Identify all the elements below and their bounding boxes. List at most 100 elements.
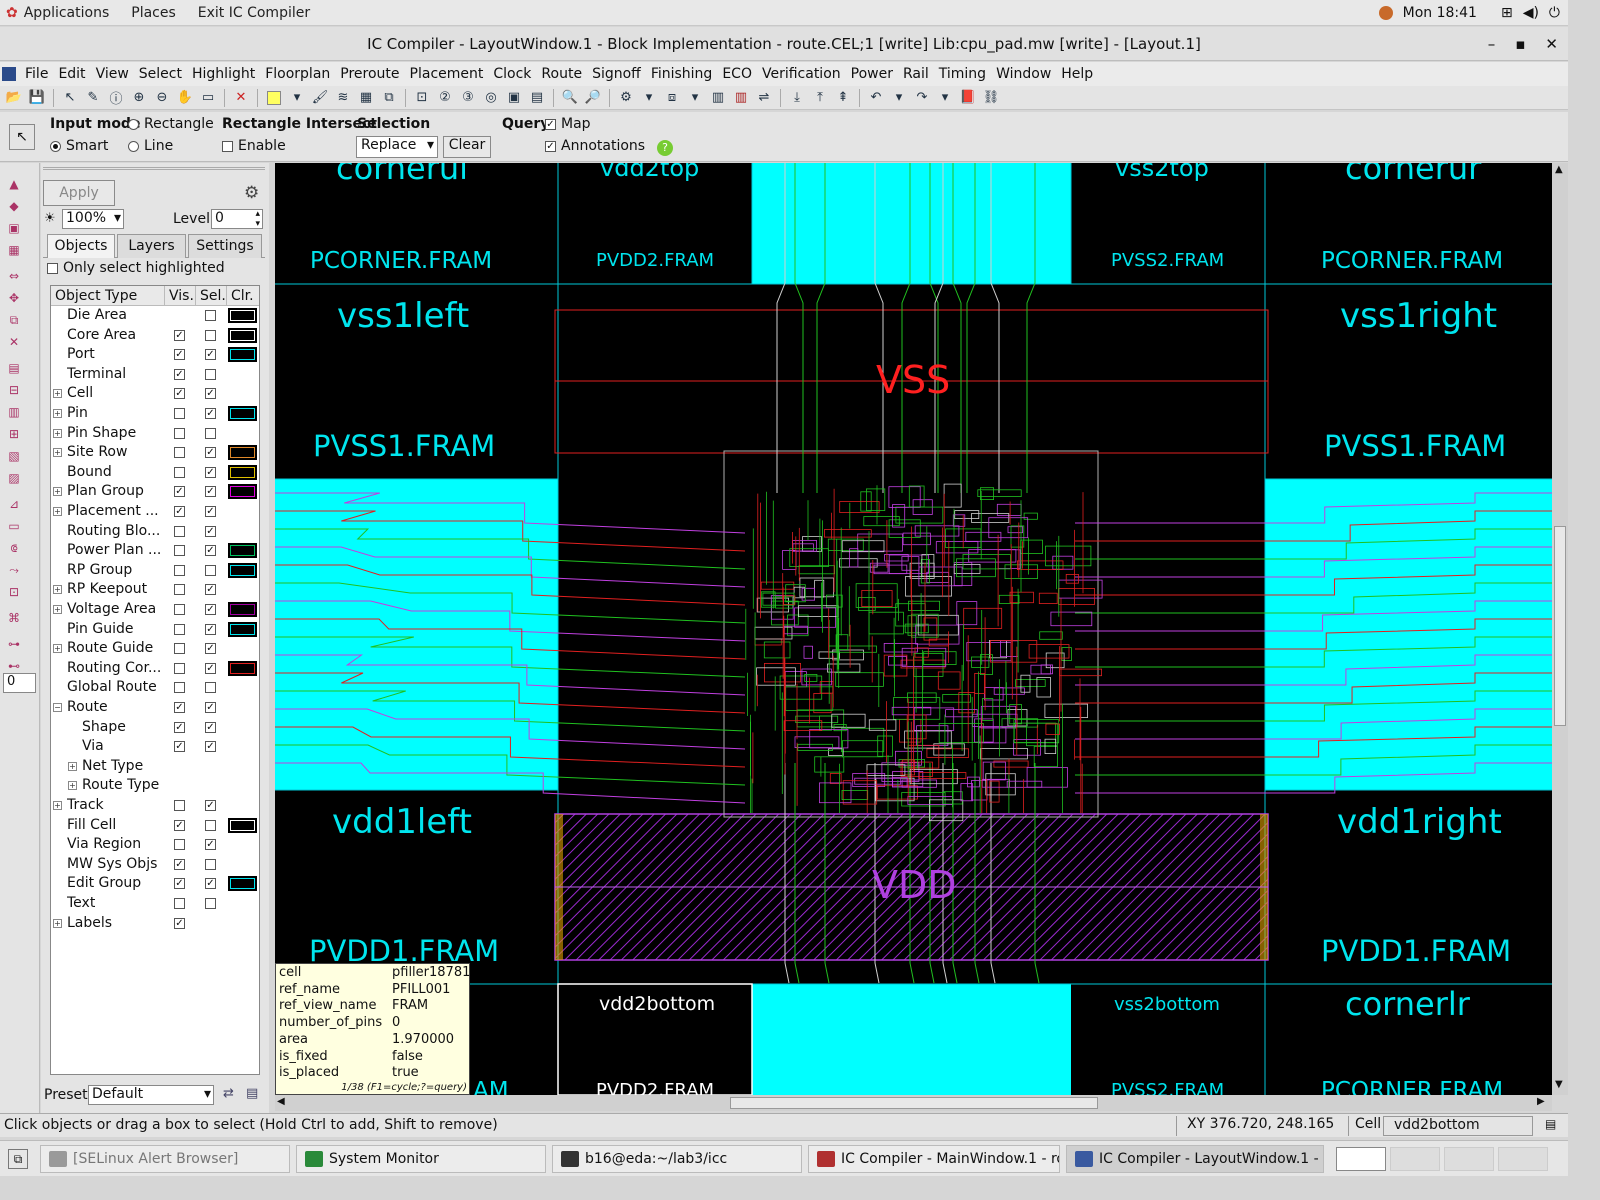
selectable-checkbox[interactable]: ✓ [205,584,216,596]
horizontal-scrollbar[interactable]: ◀ ▶ [275,1095,1552,1111]
visible-checkbox[interactable] [174,682,185,694]
vertical-scrollbar[interactable]: ▲ ▼ [1552,163,1568,1095]
selectable-checkbox[interactable]: ✓ [205,662,216,674]
selectable-checkbox[interactable]: ✓ [205,878,216,890]
selectable-checkbox[interactable] [205,682,216,694]
color-swatch[interactable] [228,876,257,892]
only-select-highlighted-checkbox[interactable]: Only select highlighted [47,260,225,276]
color-swatch[interactable] [228,484,257,500]
visible-checkbox[interactable]: ✓ [174,506,185,517]
select-mode-icon[interactable]: ↖ [9,124,35,150]
object-row-port[interactable]: Port ✓ ✓ [51,345,259,365]
selection-mode-select[interactable]: Replace ▾ [356,136,438,158]
color-swatch[interactable] [228,347,257,363]
selectable-checkbox[interactable]: ✓ [205,349,216,361]
object-row-rp-group[interactable]: RP Group [51,561,259,581]
scroll-right-icon[interactable]: ▶ [1537,1096,1545,1107]
annotations-checkbox[interactable]: ✓ Annotations [545,138,645,154]
object-row-route-type[interactable]: + Route Type [51,776,259,796]
dropdown-arrow-icon[interactable]: ▾ [287,88,307,108]
taskbar-item[interactable]: IC Compiler - LayoutWindow.1 - Bl... [1066,1145,1324,1173]
object-row-pin-guide[interactable]: Pin Guide ✓ [51,620,259,640]
preset-save-icon[interactable]: ⇄ [223,1086,234,1101]
save-icon[interactable]: 💾 [27,88,47,108]
menu-preroute[interactable]: Preroute [335,66,404,82]
expand-icon[interactable]: + [53,428,62,438]
object-row-plan-group[interactable]: + Plan Group ✓ ✓ [51,482,259,502]
object-row-pin-shape[interactable]: + Pin Shape [51,424,259,444]
menu-help[interactable]: Help [1056,66,1098,82]
via-icon[interactable]: ⊡ [5,585,23,601]
menu-finishing[interactable]: Finishing [646,66,718,82]
clock[interactable]: Mon 18:41 [1403,5,1477,21]
clear-button[interactable]: Clear [443,136,491,158]
dropdown-arrow-icon[interactable]: ▾ [685,88,705,108]
object-row-die-area[interactable]: Die Area [51,306,259,326]
workspace-slot[interactable] [1390,1147,1440,1171]
ruler-icon[interactable]: ▭ [198,88,218,108]
selectable-checkbox[interactable]: ✓ [205,741,216,753]
selectable-checkbox[interactable]: ✓ [205,506,216,517]
visible-checkbox[interactable]: ✓ [174,741,185,753]
visible-checkbox[interactable] [174,604,185,615]
dropdown-arrow-icon[interactable]: ▾ [889,88,909,108]
taskbar-item[interactable]: [SELinux Alert Browser] [40,1145,290,1173]
column-clr[interactable]: Clr. [227,286,259,306]
color-swatch[interactable] [228,406,257,421]
selectable-checkbox[interactable]: ✓ [205,839,216,851]
object-row-bound[interactable]: Bound ✓ [51,463,259,483]
color-swatch[interactable] [228,817,257,833]
workspace-switcher[interactable] [1336,1147,1386,1171]
stretch-icon[interactable]: ▤ [5,361,23,377]
menu-route[interactable]: Route [536,66,587,82]
visible-checkbox[interactable] [174,545,185,557]
redo-icon[interactable]: ↷ [912,88,932,108]
visible-checkbox[interactable] [174,800,185,811]
taskbar-item[interactable]: b16@eda:~/lab3/icc [552,1145,802,1173]
visible-checkbox[interactable] [174,898,185,909]
color-swatch[interactable] [228,445,257,461]
menu-signoff[interactable]: Signoff [587,66,646,82]
color-swatch[interactable] [228,543,257,559]
object-row-labels[interactable]: + Labels ✓ [51,914,259,934]
help-icon[interactable]: ? [657,140,673,156]
open-icon[interactable]: 📂 [4,88,24,108]
level-input[interactable]: 0 [3,673,36,693]
selectable-checkbox[interactable] [205,329,216,341]
workspace-slot[interactable] [1444,1147,1494,1171]
object-row-site-row[interactable]: + Site Row ✓ [51,443,259,463]
selectable-checkbox[interactable] [205,368,216,380]
selectable-checkbox[interactable]: ✓ [205,721,216,733]
power-icon[interactable]: ⏻ [1549,5,1560,21]
visible-checkbox[interactable]: ✓ [174,388,185,400]
upload-icon[interactable]: ⤒ [810,88,830,108]
menu-edit[interactable]: Edit [53,66,90,82]
exit-ic-compiler-menu[interactable]: Exit IC Compiler [187,5,321,21]
menu-timing[interactable]: Timing [934,66,991,82]
selectable-checkbox[interactable]: ✓ [205,604,216,615]
object-row-voltage-area[interactable]: + Voltage Area ✓ [51,600,259,620]
rect-icon[interactable]: ▭ [5,519,23,535]
layer-stack-icon[interactable]: ⧈ [662,88,682,108]
map-checkbox[interactable]: ✓ Map [545,116,591,132]
maximize-button[interactable]: ▪ [1515,27,1525,61]
visible-checkbox[interactable] [174,643,185,655]
taskbar-item[interactable]: IC Compiler - MainWindow.1 - route [808,1145,1060,1173]
undo-icon[interactable]: ↶ [866,88,886,108]
move-cross-icon[interactable]: ✥ [5,291,23,307]
object-row-fill-cell[interactable]: Fill Cell ✓ [51,816,259,836]
select-pointer-icon[interactable]: ↖ [60,88,80,108]
visible-checkbox[interactable]: ✓ [174,721,185,733]
taskbar-item[interactable]: System Monitor [296,1145,546,1173]
menu-floorplan[interactable]: Floorplan [260,66,335,82]
visible-checkbox[interactable]: ✓ [174,329,185,341]
dropdown-arrow-icon[interactable]: ▾ [639,88,659,108]
select-box-icon[interactable]: ▣ [5,221,23,237]
selectable-checkbox[interactable]: ✓ [205,702,216,713]
hierarchy-icon[interactable]: ⧉ [379,88,399,108]
align-icon[interactable]: ▥ [5,405,23,421]
scroll-up-icon[interactable]: ▲ [1555,164,1563,175]
color-swatch[interactable] [228,621,257,637]
menu-view[interactable]: View [91,66,134,82]
label-icon[interactable]: ⌘ [5,611,23,627]
